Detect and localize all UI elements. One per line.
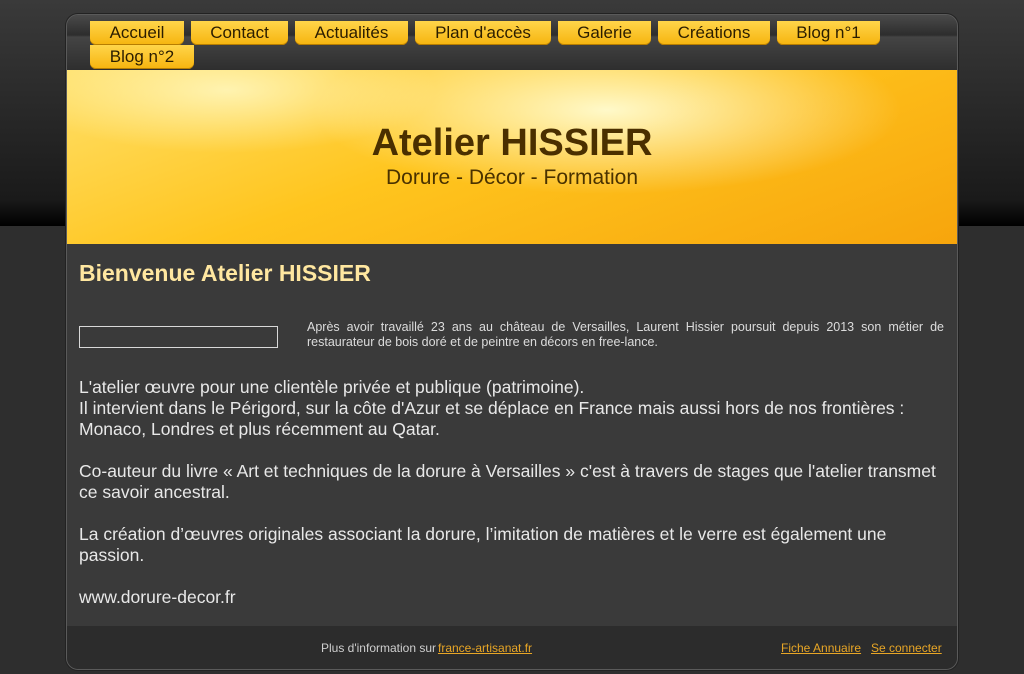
page-title: Bienvenue Atelier HISSIER bbox=[79, 260, 371, 286]
main-content: Bienvenue Atelier HISSIER Après avoir tr… bbox=[67, 244, 957, 626]
site-subtitle: Dorure - Décor - Formation bbox=[385, 166, 639, 189]
image-placeholder bbox=[79, 326, 278, 348]
site-title: Atelier HISSIER bbox=[371, 122, 653, 164]
paragraph: Co-auteur du livre « Art et techniques d… bbox=[79, 461, 936, 502]
body-text: L'atelier œuvre pour une clientèle privé… bbox=[79, 377, 949, 608]
fiche-annuaire-link[interactable]: Fiche Annuaire bbox=[781, 641, 861, 655]
paragraph: L'atelier œuvre pour une clientèle privé… bbox=[79, 377, 585, 397]
intro-text: Après avoir travaillé 23 ans au château … bbox=[307, 320, 944, 349]
nav-item-blog-2[interactable]: Blog n°2 bbox=[90, 45, 194, 69]
nav-item-galerie[interactable]: Galerie bbox=[558, 21, 651, 45]
paragraph-spacer bbox=[79, 440, 949, 461]
paragraph-spacer bbox=[79, 566, 949, 587]
paragraph: Il intervient dans le Périgord, sur la c… bbox=[79, 398, 905, 439]
paragraph-spacer bbox=[79, 503, 949, 524]
site-frame: Accueil Contact Actualités Plan d'accès … bbox=[66, 14, 958, 670]
main-navigation: Accueil Contact Actualités Plan d'accès … bbox=[67, 15, 957, 70]
nav-item-actualites[interactable]: Actualités bbox=[295, 21, 408, 45]
footer-info-link[interactable]: france-artisanat.fr bbox=[438, 641, 532, 655]
nav-item-contact[interactable]: Contact bbox=[191, 21, 288, 45]
footer-info-label: Plus d'information sur bbox=[321, 641, 437, 655]
nav-item-creations[interactable]: Créations bbox=[658, 21, 770, 45]
website-url: www.dorure-decor.fr bbox=[79, 587, 236, 607]
nav-item-blog-1[interactable]: Blog n°1 bbox=[777, 21, 880, 45]
site-footer: Plus d'information sur france-artisanat.… bbox=[67, 626, 957, 669]
nav-item-plan-acces[interactable]: Plan d'accès bbox=[415, 21, 551, 45]
login-link[interactable]: Se connecter bbox=[871, 641, 942, 655]
paragraph: La création d’œuvres originales associan… bbox=[79, 524, 887, 565]
nav-item-accueil[interactable]: Accueil bbox=[90, 21, 184, 45]
site-header-banner: Atelier HISSIER Dorure - Décor - Formati… bbox=[67, 70, 957, 244]
